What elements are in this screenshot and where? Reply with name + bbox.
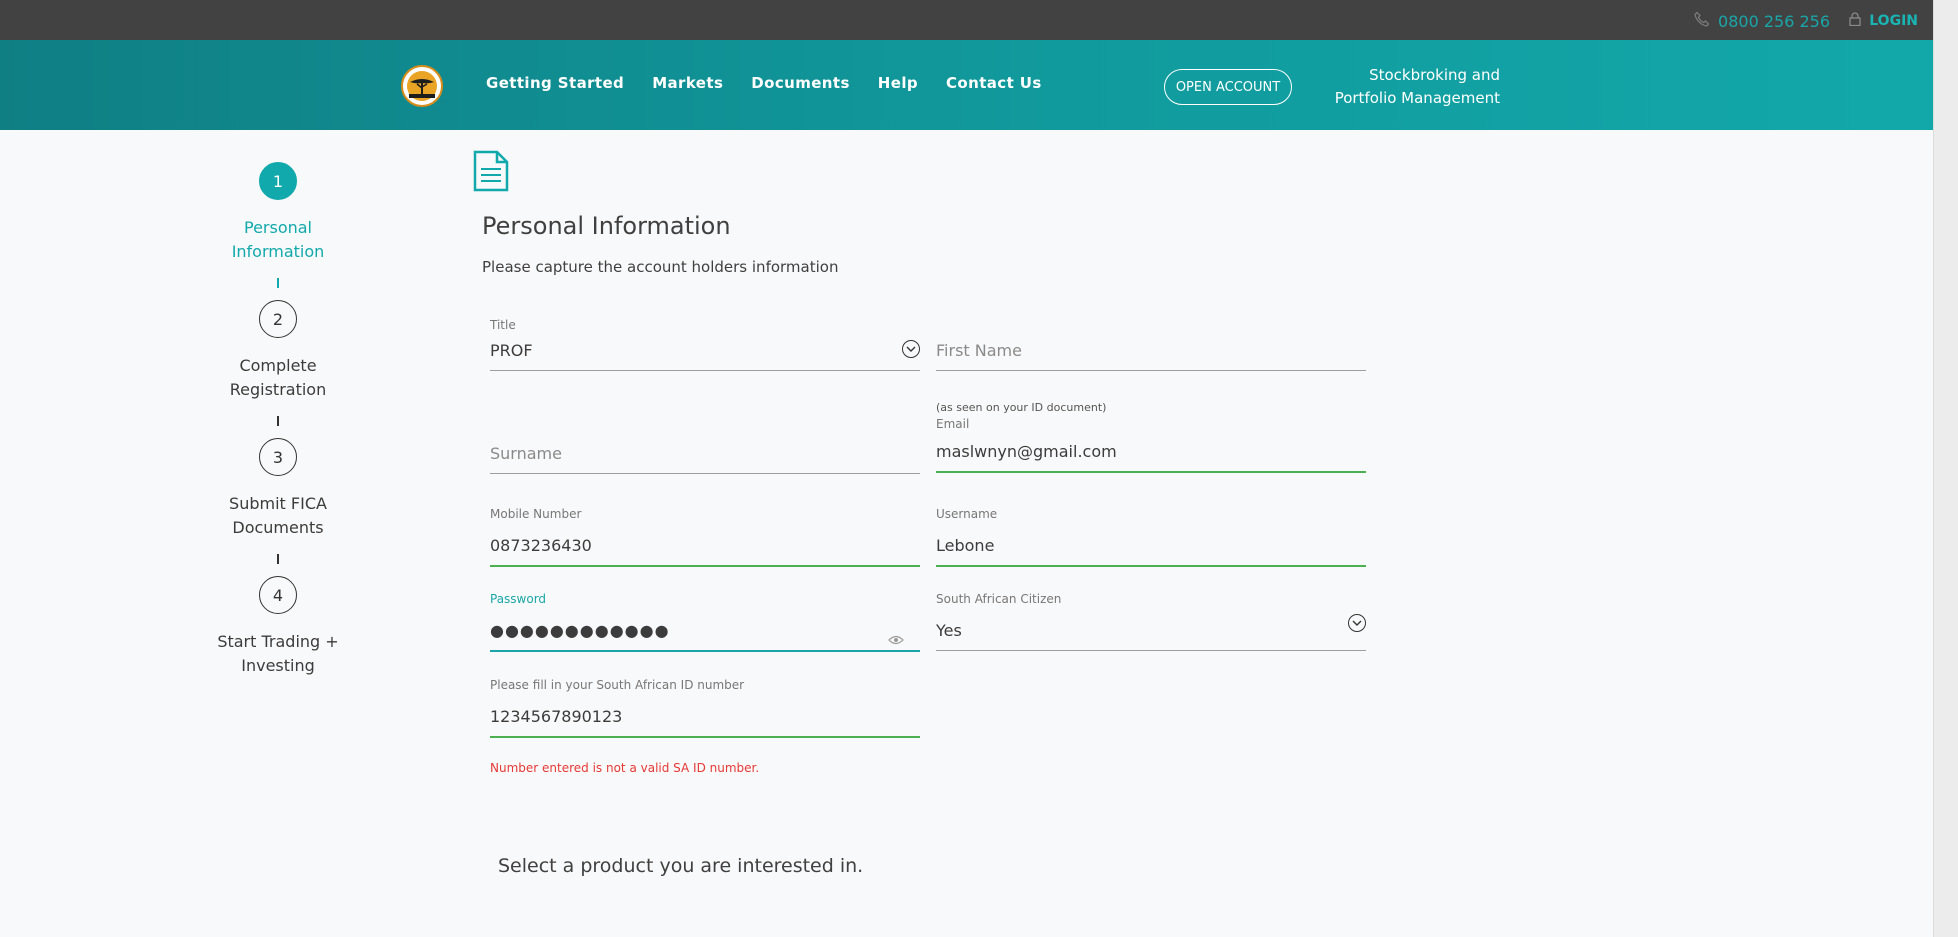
mobile-underline — [490, 565, 920, 567]
login-label: LOGIN — [1869, 13, 1918, 29]
phone-icon — [1694, 11, 1710, 31]
chevron-down-icon[interactable] — [902, 340, 920, 358]
password-field[interactable]: Password ●●●●●●●●●●●● — [490, 592, 920, 652]
citizen-underline — [936, 650, 1366, 651]
step-3-circle[interactable]: 3 — [259, 438, 297, 476]
login-link[interactable]: LOGIN — [1849, 12, 1918, 30]
eye-icon[interactable] — [888, 630, 904, 649]
chevron-down-icon[interactable] — [1348, 614, 1366, 632]
nav-markets[interactable]: Markets — [652, 74, 723, 92]
citizen-select[interactable]: South African Citizen Yes — [936, 592, 1366, 651]
id-number-value: 1234567890123 — [490, 707, 623, 726]
phone-contact[interactable]: 0800 256 256 — [1694, 11, 1830, 31]
step-4-circle[interactable]: 4 — [259, 576, 297, 614]
id-number-error: Number entered is not a valid SA ID numb… — [490, 761, 760, 775]
nav-documents[interactable]: Documents — [751, 74, 850, 92]
surname-field[interactable]: Surname — [490, 437, 920, 474]
surname-placeholder: Surname — [490, 444, 562, 463]
tagline: Stockbroking and Portfolio Management — [1330, 64, 1500, 110]
tagline-line1: Stockbroking and — [1369, 66, 1500, 84]
product-prompt: Select a product you are interested in. — [498, 855, 864, 877]
open-account-button[interactable]: OPEN ACCOUNT — [1164, 69, 1292, 105]
tagline-line2: Portfolio Management — [1334, 89, 1500, 107]
page-scrollbar[interactable] — [1933, 0, 1958, 937]
id-number-label: Please fill in your South African ID num… — [490, 678, 745, 692]
top-utility-bar: 0800 256 256 LOGIN — [0, 0, 1934, 40]
document-icon — [473, 150, 509, 196]
first-name-placeholder: First Name — [936, 341, 1022, 360]
main-header: Getting Started Markets Documents Help C… — [0, 40, 1934, 130]
first-name-field[interactable]: First Name — [936, 334, 1366, 371]
step-1-circle[interactable]: 1 — [259, 162, 297, 200]
email-label: Email — [936, 417, 970, 431]
mobile-value: 0873236430 — [490, 536, 592, 555]
step-1-label: Personal Information — [231, 218, 325, 261]
username-value: Lebone — [936, 536, 995, 555]
mobile-label: Mobile Number — [490, 507, 582, 521]
step-2-circle[interactable]: 2 — [259, 300, 297, 338]
nav-contact-us[interactable]: Contact Us — [946, 74, 1042, 92]
nav-help[interactable]: Help — [878, 74, 918, 92]
step-connector — [277, 278, 279, 288]
email-field[interactable]: (as seen on your ID document) Email masl… — [936, 401, 1366, 473]
citizen-value: Yes — [936, 621, 962, 640]
title-label: Title — [490, 318, 516, 332]
first-name-underline — [936, 370, 1366, 371]
password-underline — [490, 650, 920, 652]
main-nav: Getting Started Markets Documents Help C… — [486, 74, 1042, 92]
username-underline — [936, 565, 1366, 567]
username-label: Username — [936, 507, 998, 521]
phone-number: 0800 256 256 — [1718, 11, 1830, 31]
nav-getting-started[interactable]: Getting Started — [486, 74, 624, 92]
lock-icon — [1849, 12, 1861, 30]
step-3-label: Submit FICA Documents — [229, 494, 327, 537]
title-select[interactable]: Title PROF — [490, 318, 920, 371]
step-2-label: Complete Registration — [229, 356, 327, 399]
email-value: maslwnyn@gmail.com — [936, 442, 1117, 461]
id-document-hint: (as seen on your ID document) — [936, 401, 1107, 414]
citizen-label: South African Citizen — [936, 592, 1062, 606]
mobile-field[interactable]: Mobile Number 0873236430 — [490, 507, 920, 567]
form-title: Personal Information — [482, 212, 731, 240]
form-subtitle: Please capture the account holders infor… — [482, 258, 839, 276]
step-connector — [277, 416, 279, 426]
password-value: ●●●●●●●●●●●● — [490, 621, 670, 640]
username-field[interactable]: Username Lebone — [936, 507, 1366, 567]
id-number-field[interactable]: Please fill in your South African ID num… — [490, 678, 920, 738]
title-value: PROF — [490, 341, 533, 360]
surname-underline — [490, 473, 920, 474]
title-underline — [490, 370, 920, 371]
step-4-label: Start Trading + Investing — [217, 632, 339, 675]
brand-logo[interactable] — [401, 65, 443, 107]
id-number-underline — [490, 736, 920, 738]
step-connector — [277, 554, 279, 564]
password-label: Password — [490, 592, 547, 606]
email-underline — [936, 471, 1366, 473]
